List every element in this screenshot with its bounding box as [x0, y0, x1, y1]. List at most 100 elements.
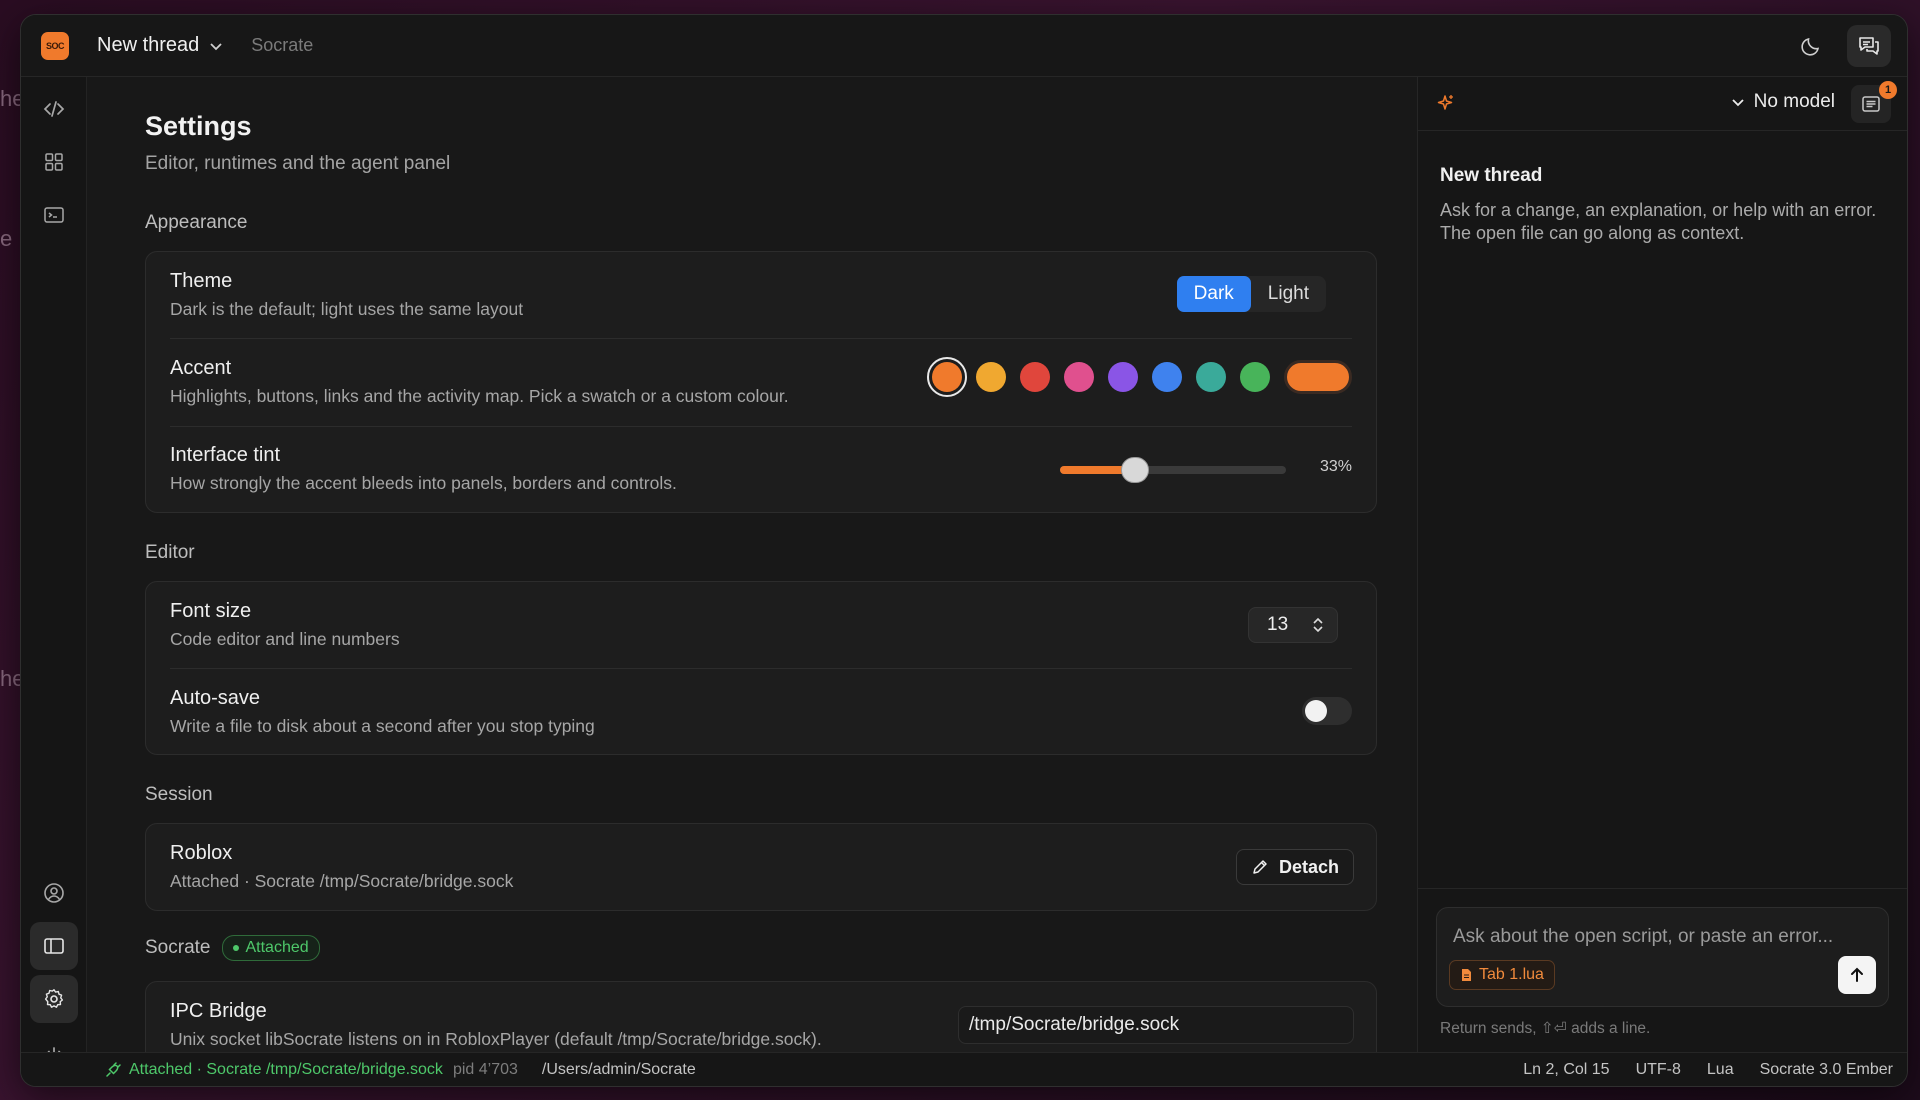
roblox-desc: Attached · Socrate /tmp/Socrate/bridge.s…	[170, 871, 514, 891]
app-name: Socrate	[251, 35, 314, 55]
theme-light-option[interactable]: Light	[1251, 276, 1326, 312]
status-badge: Attached	[222, 935, 320, 961]
detach-label: Detach	[1278, 856, 1339, 877]
section-editor-label: Editor	[145, 542, 195, 563]
pencil-icon	[1253, 860, 1267, 874]
status-cwd[interactable]: /Users/admin/Socrate	[542, 1061, 696, 1079]
chat-bubbles-icon	[1859, 37, 1879, 55]
terminal-icon	[44, 207, 64, 223]
section-session-label: Session	[145, 784, 213, 805]
divider	[170, 426, 1352, 427]
user-circle-icon	[44, 883, 64, 903]
status-pid: pid 4’703	[452, 1060, 518, 1078]
font-size-row: Font size Code editor and line numbers	[170, 600, 1352, 650]
toggle-knob	[1305, 700, 1327, 722]
ipc-bridge-input[interactable]: /tmp/Socrate/bridge.sock	[958, 1006, 1354, 1044]
page-subtitle: Editor, runtimes and the agent panel	[145, 153, 451, 174]
tint-slider-handle[interactable]	[1120, 457, 1149, 483]
agent-header: No model 1	[1418, 77, 1907, 131]
font-size-value: 13	[1267, 614, 1289, 635]
agent-panel: No model 1 New thread Ask for a change, …	[1417, 77, 1907, 1052]
message-input[interactable]: Ask about the open script, or paste an e…	[1453, 926, 1833, 948]
context-file-chip[interactable]: Tab 1.lua	[1449, 960, 1555, 990]
font-size-title: Font size	[170, 600, 252, 622]
composer: Ask about the open script, or paste an e…	[1436, 907, 1889, 1007]
status-attached-label: Attached · Socrate /tmp/Socrate/bridge.s…	[129, 1060, 443, 1078]
composer-area: Ask about the open script, or paste an e…	[1418, 888, 1907, 1052]
notification-badge: 1	[1879, 81, 1897, 99]
socrate-card: IPC Bridge Unix socket libSocrate listen…	[145, 981, 1377, 1052]
stepper-arrows-icon[interactable]	[1311, 617, 1325, 633]
app-window: SOC New thread Socrate Settings Editor, …	[20, 14, 1908, 1087]
model-label: No model	[1753, 91, 1835, 112]
detach-button[interactable]: Detach	[1235, 849, 1354, 885]
divider	[170, 668, 1352, 669]
agent-panel-button[interactable]	[1847, 25, 1891, 67]
send-button[interactable]	[1838, 956, 1876, 994]
theme-title: Theme	[170, 270, 233, 292]
status-attached[interactable]: Attached · Socrate /tmp/Socrate/bridge.s…	[105, 1061, 443, 1079]
custom-colour-swatch[interactable]	[1284, 360, 1352, 394]
tint-desc: How strongly the accent bleeds into pane…	[170, 473, 677, 493]
status-cursor-position[interactable]: Ln 2, Col 15	[1523, 1061, 1609, 1079]
status-language[interactable]: Lua	[1707, 1061, 1734, 1079]
accent-swatch[interactable]	[1152, 362, 1182, 392]
editor-card: Font size Code editor and line numbers 1…	[145, 581, 1377, 755]
context-file-label: Tab 1.lua	[1479, 966, 1544, 983]
roblox-row: Roblox Attached · Socrate /tmp/Socrate/b…	[170, 842, 1352, 892]
accent-swatch[interactable]	[1240, 362, 1270, 392]
thread-switcher[interactable]: New thread	[97, 34, 223, 57]
rail-account-button[interactable]	[30, 869, 78, 917]
status-badge-label: Attached	[245, 939, 309, 956]
accent-swatch[interactable]	[927, 357, 967, 397]
chevron-down-icon	[1732, 99, 1744, 107]
activity-rail	[21, 77, 87, 1065]
accent-swatch[interactable]	[1108, 362, 1138, 392]
thread-title: New thread	[97, 34, 200, 56]
accent-swatch[interactable]	[976, 362, 1006, 392]
app-logo: SOC	[41, 31, 69, 60]
session-card: Roblox Attached · Socrate /tmp/Socrate/b…	[145, 823, 1377, 911]
accent-swatch[interactable]	[1196, 362, 1226, 392]
status-bar: Attached · Socrate /tmp/Socrate/bridge.s…	[21, 1052, 1907, 1086]
status-dot	[233, 945, 240, 951]
font-size-stepper[interactable]: 13	[1248, 607, 1338, 643]
section-socrate-label: Socrate	[145, 937, 211, 958]
rail-settings-button[interactable]	[30, 975, 78, 1023]
page-title: Settings	[145, 111, 252, 141]
accent-swatch[interactable]	[1064, 362, 1094, 392]
sparkle-icon	[1437, 95, 1453, 110]
tint-slider[interactable]	[1060, 457, 1286, 483]
divider	[170, 338, 1352, 339]
chevron-down-icon	[210, 42, 222, 50]
accent-swatches	[927, 357, 1352, 397]
rail-code-button[interactable]	[30, 85, 78, 133]
autosave-title: Auto-save	[170, 687, 261, 709]
rail-grid-button[interactable]	[30, 138, 78, 186]
list-icon	[1862, 96, 1880, 112]
gear-icon	[44, 989, 64, 1008]
rail-sidebar-button[interactable]	[30, 922, 78, 970]
appearance-card: Theme Dark is the default; light uses th…	[145, 251, 1377, 513]
accent-swatch[interactable]	[1020, 362, 1050, 392]
section-appearance-label: Appearance	[145, 212, 248, 233]
section-socrate-header: Socrate Attached	[145, 935, 320, 961]
tint-value: 33%	[1319, 458, 1352, 475]
rail-terminal-button[interactable]	[30, 191, 78, 239]
autosave-toggle[interactable]	[1302, 697, 1352, 725]
theme-dark-option[interactable]: Dark	[1176, 276, 1251, 312]
font-size-desc: Code editor and line numbers	[170, 629, 400, 649]
title-bar: SOC New thread Socrate	[21, 15, 1907, 77]
background-fragment: e	[0, 226, 13, 251]
model-selector[interactable]: No model	[1730, 91, 1835, 113]
autosave-desc: Write a file to disk about a second afte…	[170, 716, 595, 736]
agent-thread-desc: Ask for a change, an explanation, or hel…	[1440, 200, 1877, 243]
file-icon	[1462, 969, 1471, 981]
plug-icon	[106, 1061, 121, 1077]
theme-row: Theme Dark is the default; light uses th…	[170, 270, 1352, 320]
sidebar-icon	[44, 938, 64, 954]
theme-toggle-button[interactable]	[1789, 25, 1833, 67]
status-encoding[interactable]: UTF-8	[1636, 1061, 1681, 1079]
arrow-up-icon	[1851, 967, 1863, 982]
threads-list-button[interactable]: 1	[1851, 81, 1897, 123]
